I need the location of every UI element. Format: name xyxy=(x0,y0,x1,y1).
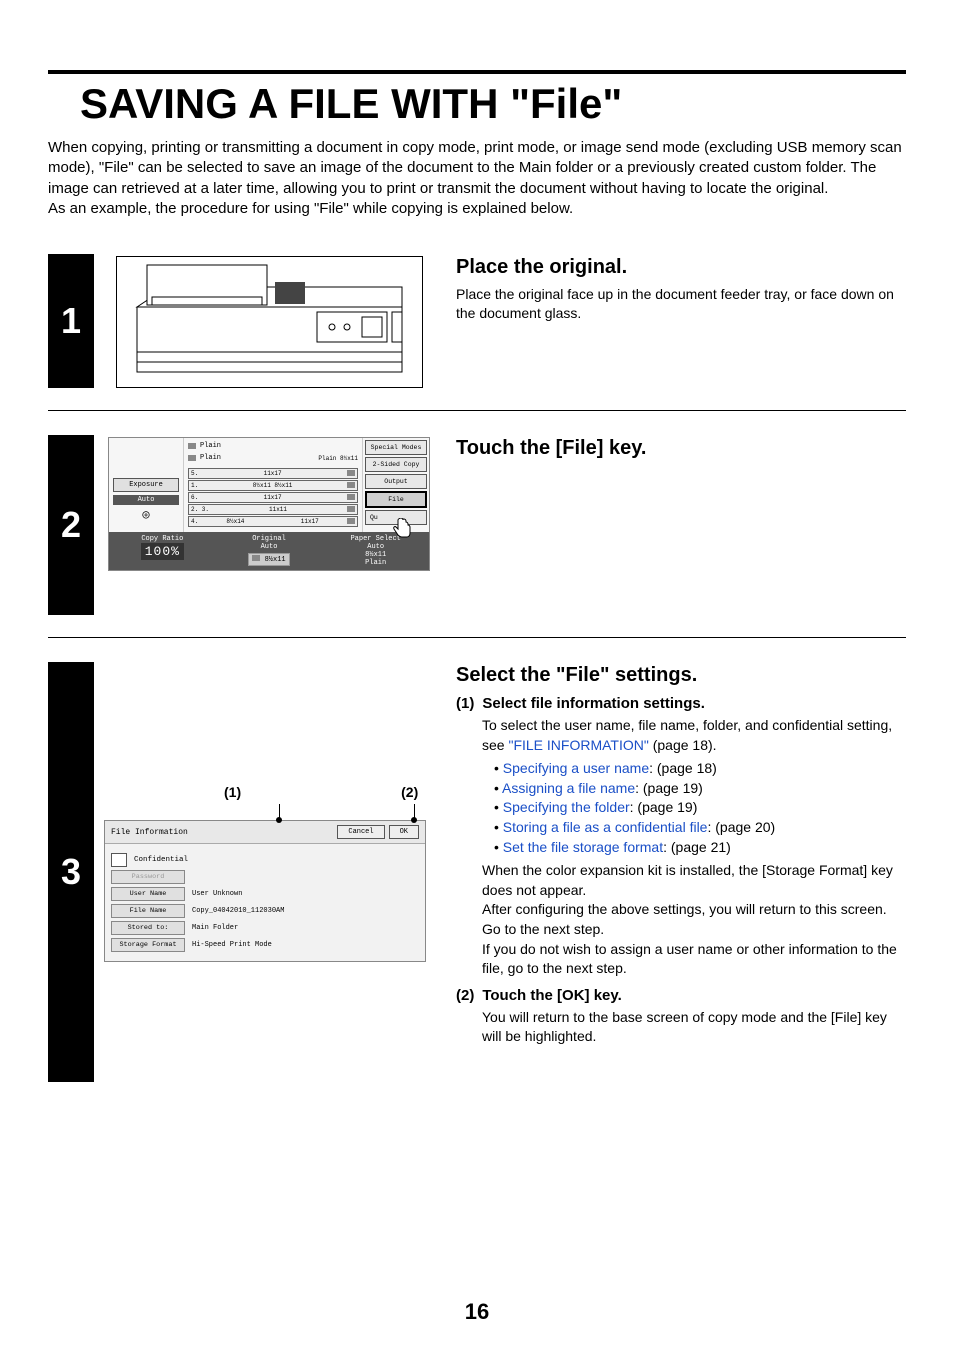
two-sided-copy-button[interactable]: 2-Sided Copy xyxy=(365,457,427,472)
callout-2: (2) xyxy=(401,784,418,800)
link-specify-user-name[interactable]: Specifying a user name xyxy=(503,760,649,776)
paper-select-value: Auto xyxy=(325,543,426,551)
tray-icon xyxy=(252,555,260,561)
link-specifying-folder[interactable]: Specifying the folder xyxy=(503,799,630,815)
sub2-text: You will return to the base screen of co… xyxy=(482,1008,906,1047)
filename-value: Copy_04042010_112030AM xyxy=(189,907,419,915)
sub1-body: To select the user name, file name, fold… xyxy=(482,716,906,979)
paper-tray-row: 5.11x17 xyxy=(188,468,358,479)
step-3: 3 (1) (2) File Information xyxy=(48,662,906,1104)
page-number: 16 xyxy=(0,1299,954,1325)
special-modes-button[interactable]: Special Modes xyxy=(365,440,427,455)
sub1-post: When the color expansion kit is installe… xyxy=(482,861,906,979)
plain-label: Plain xyxy=(200,454,221,462)
bullet-item: Storing a file as a confidential file: (… xyxy=(494,818,906,838)
link-assigning-file-name[interactable]: Assigning a file name xyxy=(502,780,635,796)
sub1-lead-tail: (page 18). xyxy=(649,737,717,753)
original-size: 8½x11 xyxy=(265,556,286,564)
output-button[interactable]: Output xyxy=(365,474,427,489)
sub1-heading: (1) Select file information settings. xyxy=(456,695,906,712)
printer-device-icon xyxy=(116,256,423,388)
paper-select-type: Plain xyxy=(325,559,426,567)
link-storage-format[interactable]: Set the file storage format xyxy=(503,839,663,855)
step2-illustration: Exposure Auto ◎ Plain xyxy=(104,435,434,615)
ok-button[interactable]: OK xyxy=(389,825,419,839)
sub2-title: Touch the [OK] key. xyxy=(482,987,621,1004)
file-information-link[interactable]: "FILE INFORMATION" xyxy=(508,737,648,753)
sub2-number: (2) xyxy=(456,987,474,1004)
sub2-heading: (2) Touch the [OK] key. xyxy=(456,987,906,1004)
paper-select-size: 8½x11 xyxy=(325,551,426,559)
storedto-button[interactable]: Stored to: xyxy=(111,921,185,935)
step2-heading: Touch the [File] key. xyxy=(456,437,906,460)
copy-ratio-section[interactable]: Copy Ratio 100% xyxy=(112,535,213,567)
exposure-label[interactable]: Exposure xyxy=(113,478,179,492)
confidential-label: Confidential xyxy=(134,856,188,864)
paper-tray-row: 4.8½x1411x17 xyxy=(188,516,358,527)
username-value: User Unknown xyxy=(189,890,419,898)
step-number: 1 xyxy=(48,254,94,388)
step1-text: Place the original face up in the docume… xyxy=(456,285,906,323)
password-button[interactable]: Password xyxy=(111,870,185,884)
exposure-dial-icon: ◎ xyxy=(113,507,179,522)
sub1-number: (1) xyxy=(456,695,474,712)
paper-tray-row: 2. 3.11x11 xyxy=(188,504,358,515)
username-button[interactable]: User Name xyxy=(111,887,185,901)
copy-screen-panel: Exposure Auto ◎ Plain xyxy=(108,437,430,571)
callout-numbers: (1) (2) xyxy=(104,784,418,800)
tray-icon xyxy=(188,443,196,449)
storageformat-value: Hi-Speed Print Mode xyxy=(189,941,419,949)
tray-icon xyxy=(188,455,196,461)
bullet-item: Specifying a user name: (page 18) xyxy=(494,759,906,779)
paper-tray-row: 1.8½x11 8½x11 xyxy=(188,480,358,491)
cancel-button[interactable]: Cancel xyxy=(337,825,384,839)
filename-button[interactable]: File Name xyxy=(111,904,185,918)
title-rule xyxy=(48,70,906,74)
step-number: 2 xyxy=(48,435,94,615)
size-label: Plain 8½x11 xyxy=(318,455,358,462)
step-2: 2 Exposure Auto ◎ xyxy=(48,435,906,638)
exposure-value: Auto xyxy=(116,496,176,504)
step-number: 3 xyxy=(48,662,94,1082)
original-label: Original xyxy=(219,535,320,543)
bullet-item: Assigning a file name: (page 19) xyxy=(494,779,906,799)
step3-illustration: (1) (2) File Information Cancel OK xyxy=(104,662,434,1082)
bullet-item: Set the file storage format: (page 21) xyxy=(494,838,906,858)
copy-ratio-label: Copy Ratio xyxy=(112,535,213,543)
hand-cursor-icon xyxy=(389,518,413,542)
original-value: Auto xyxy=(219,543,320,551)
storedto-value: Main Folder xyxy=(189,924,419,932)
file-info-title: File Information xyxy=(111,828,188,837)
intro-text: When copying, printing or transmitting a… xyxy=(48,138,906,219)
sub1-title: Select file information settings. xyxy=(482,695,705,712)
step1-illustration xyxy=(104,254,434,388)
step1-heading: Place the original. xyxy=(456,256,906,279)
copy-ratio-value: 100% xyxy=(141,543,184,560)
page-title: SAVING A FILE WITH "File" xyxy=(48,80,906,128)
storageformat-button[interactable]: Storage Format xyxy=(111,938,185,952)
callout-1: (1) xyxy=(224,784,241,800)
step-1: 1 xyxy=(48,254,906,411)
file-button[interactable]: File xyxy=(365,491,427,508)
link-storing-confidential[interactable]: Storing a file as a confidential file xyxy=(503,819,708,835)
confidential-checkbox[interactable] xyxy=(111,853,127,867)
steps-container: 1 xyxy=(48,254,906,1104)
plain-label: Plain xyxy=(200,442,221,450)
step3-heading: Select the "File" settings. xyxy=(456,664,906,687)
bullet-item: Specifying the folder: (page 19) xyxy=(494,798,906,818)
original-section[interactable]: Original Auto 8½x11 xyxy=(219,535,320,567)
paper-tray-row: 6.11x17 xyxy=(188,492,358,503)
file-information-panel: File Information Cancel OK Confidential xyxy=(104,820,426,962)
